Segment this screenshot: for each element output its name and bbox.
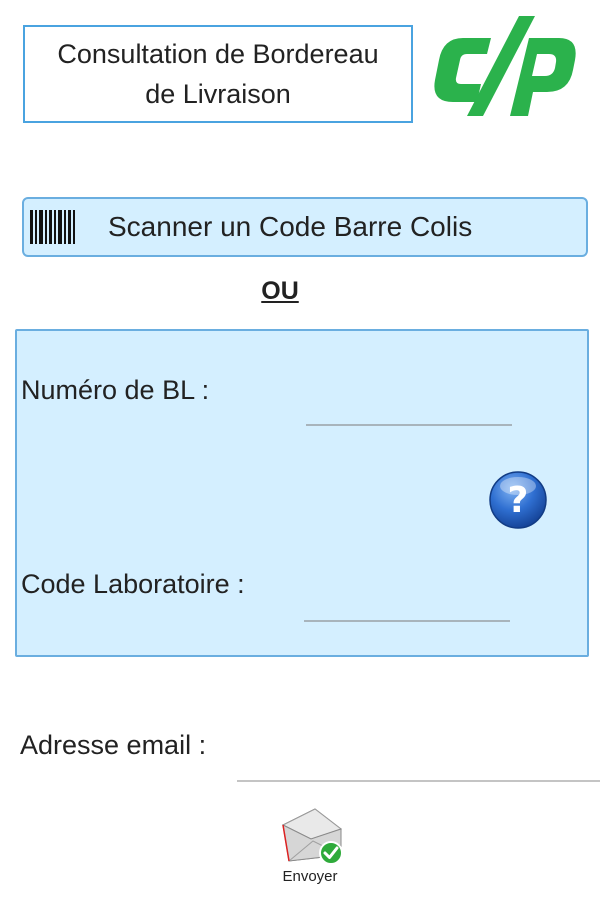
bl-form-panel: Numéro de BL : ? Code Laboratoire : — [15, 329, 589, 657]
svg-text:?: ? — [508, 480, 529, 521]
email-input[interactable] — [240, 740, 594, 778]
lab-code-underline — [304, 620, 510, 622]
email-label: Adresse email : — [20, 730, 207, 760]
csp-logo-icon — [434, 16, 576, 116]
send-button[interactable]: Envoyer — [268, 803, 352, 891]
envelope-check-icon — [281, 808, 343, 865]
send-button-label: Envoyer — [282, 868, 338, 885]
help-question-icon[interactable]: ? — [488, 470, 548, 530]
page-title-line2: de Livraison — [145, 79, 291, 109]
bl-number-underline — [306, 424, 512, 426]
lab-code-label: Code Laboratoire : — [21, 569, 245, 599]
bl-number-label: Numéro de BL : — [21, 375, 210, 405]
page-title-line1: Consultation de Bordereau — [57, 39, 379, 69]
page-title-box: Consultation de Bordereau de Livraison — [23, 25, 413, 123]
lab-code-input[interactable] — [305, 587, 510, 619]
scan-barcode-label: Scanner un Code Barre Colis — [108, 211, 473, 242]
barcode-icon — [30, 210, 75, 244]
email-underline — [237, 780, 600, 782]
scan-barcode-button[interactable]: Scanner un Code Barre Colis — [22, 197, 588, 257]
bl-number-input[interactable] — [307, 391, 512, 423]
or-separator: OU — [261, 277, 299, 305]
page-title: Consultation de Bordereau de Livraison — [57, 34, 378, 114]
